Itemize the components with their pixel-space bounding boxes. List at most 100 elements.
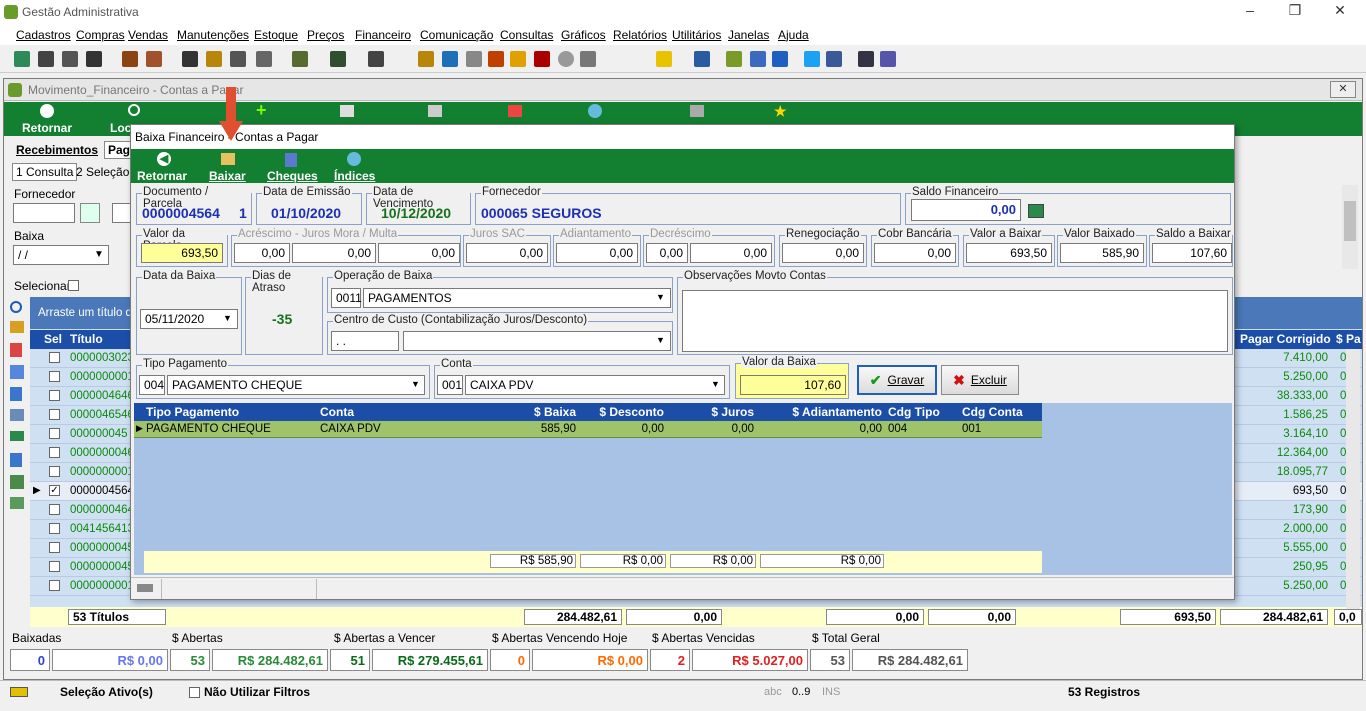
- tab-recebimentos[interactable]: Recebimentos: [16, 143, 98, 157]
- conta-code[interactable]: 001: [437, 375, 463, 395]
- operacao-code[interactable]: 0011: [331, 288, 362, 308]
- toolbar-icon-1[interactable]: [14, 51, 30, 67]
- facebook-icon[interactable]: [826, 51, 842, 67]
- valor-baixa-input[interactable]: 107,60: [740, 375, 846, 395]
- strip-key-icon[interactable]: [10, 497, 24, 509]
- row-checkbox[interactable]: [49, 504, 60, 515]
- centro-code[interactable]: . .: [331, 331, 399, 351]
- tools-icon[interactable]: [690, 105, 704, 117]
- adiantamento-value[interactable]: 0,00: [556, 243, 638, 263]
- close-button[interactable]: ✕: [1320, 2, 1360, 19]
- menu-precos[interactable]: Preços: [307, 28, 344, 42]
- dialog-retornar-button[interactable]: Retornar: [137, 169, 187, 183]
- strip-move-icon[interactable]: [10, 365, 24, 379]
- col-titulo-header[interactable]: Título: [70, 332, 103, 346]
- toolbar-icon-14[interactable]: [418, 51, 434, 67]
- strip-doc2-icon[interactable]: [10, 387, 22, 401]
- gravar-button[interactable]: ✔ Gravar: [857, 365, 937, 395]
- grid-scrollbar[interactable]: [1346, 349, 1360, 609]
- toolbar-icon-30[interactable]: [880, 51, 896, 67]
- child-close-button[interactable]: ✕: [1330, 81, 1356, 98]
- toolbar-icon-6[interactable]: [146, 51, 162, 67]
- row-checkbox[interactable]: [49, 447, 60, 458]
- row-checkbox[interactable]: [49, 428, 60, 439]
- toolbar-icon-19[interactable]: [534, 51, 550, 67]
- toolbar-icon-2[interactable]: [38, 51, 54, 67]
- chevron-down-icon[interactable]: ▼: [223, 313, 232, 323]
- row-checkbox[interactable]: [49, 371, 60, 382]
- toolbar-icon-24[interactable]: [726, 51, 742, 67]
- child-retornar-button[interactable]: Retornar: [22, 121, 72, 135]
- plus-icon[interactable]: +: [256, 100, 267, 121]
- centro-select[interactable]: [403, 331, 671, 351]
- toolbar-icon-4[interactable]: [86, 51, 102, 67]
- dcol-baixa[interactable]: $ Baixa: [490, 405, 576, 419]
- dcol-desconto[interactable]: $ Desconto: [578, 405, 664, 419]
- menu-cadastros[interactable]: Cadastros: [16, 28, 71, 42]
- decrescimo-value-2[interactable]: 0,00: [690, 243, 772, 263]
- operacao-select[interactable]: PAGAMENTOS: [363, 288, 671, 308]
- fornecedor-input[interactable]: [13, 203, 75, 223]
- strip-doc-icon[interactable]: [10, 343, 22, 357]
- valor-parcela-value[interactable]: 693,50: [141, 243, 223, 263]
- dialog-cheques-button[interactable]: Cheques: [267, 169, 318, 183]
- dcol-cdg-tipo[interactable]: Cdg Tipo: [888, 405, 940, 419]
- menu-relatorios[interactable]: Relatórios: [613, 28, 667, 42]
- printer-icon[interactable]: [428, 105, 442, 117]
- strip-search-icon[interactable]: [10, 301, 22, 313]
- renegociacao-value[interactable]: 0,00: [782, 243, 864, 263]
- calendar-icon[interactable]: [508, 105, 522, 117]
- toolbar-icon-18[interactable]: [510, 51, 526, 67]
- chevron-down-icon[interactable]: ▼: [711, 379, 720, 389]
- strip-calc-icon[interactable]: [10, 409, 24, 421]
- juros-sac-value[interactable]: 0,00: [466, 243, 548, 263]
- row-checkbox[interactable]: [49, 542, 60, 553]
- toolbar-icon-12[interactable]: [330, 51, 346, 67]
- twitter-icon[interactable]: [804, 51, 820, 67]
- toolbar-icon-9[interactable]: [230, 51, 246, 67]
- toolbar-icon-21[interactable]: [580, 51, 596, 67]
- toolbar-icon-8[interactable]: [206, 51, 222, 67]
- toolbar-icon-11[interactable]: [292, 51, 308, 67]
- dcol-adiantamento[interactable]: $ Adiantamento: [758, 405, 882, 419]
- strip-coins-icon[interactable]: [10, 321, 24, 333]
- decrescimo-value-1[interactable]: 0,00: [646, 243, 688, 263]
- menu-janelas[interactable]: Janelas: [728, 28, 769, 42]
- tipo-pag-code[interactable]: 004: [139, 375, 165, 395]
- menu-estoque[interactable]: Estoque: [254, 28, 298, 42]
- obs-textarea[interactable]: [682, 290, 1228, 352]
- dcol-tipo[interactable]: Tipo Pagamento: [146, 405, 239, 419]
- dialog-baixar-button[interactable]: Baixar: [209, 169, 246, 183]
- row-checkbox[interactable]: [49, 561, 60, 572]
- chevron-down-icon[interactable]: ▼: [411, 379, 420, 389]
- chevron-down-icon[interactable]: ▼: [94, 249, 104, 260]
- toolbar-icon-7[interactable]: [182, 51, 198, 67]
- col-pa-header[interactable]: $ Pa: [1336, 332, 1361, 346]
- child-localizar-button[interactable]: Loc: [110, 121, 131, 135]
- minimize-button[interactable]: –: [1230, 2, 1270, 18]
- col-pagar-corrigido-header[interactable]: Pagar Corrigido: [1240, 332, 1331, 346]
- menu-manutencoes[interactable]: Manutenções: [177, 28, 249, 42]
- toolbar-icon-25[interactable]: [750, 51, 766, 67]
- row-checkbox[interactable]: [49, 523, 60, 534]
- restore-button[interactable]: ❐: [1275, 2, 1315, 19]
- tab-consulta[interactable]: 1 Consulta: [12, 163, 78, 181]
- conta-select[interactable]: CAIXA PDV: [465, 375, 725, 395]
- status-nao-filtros[interactable]: Não Utilizar Filtros: [204, 685, 310, 699]
- toolbar-icon-20[interactable]: [558, 51, 574, 67]
- toolbar-icon-15[interactable]: [442, 51, 458, 67]
- menu-utilitarios[interactable]: Utilitários: [672, 28, 721, 42]
- toolbar-icon-16[interactable]: [466, 51, 482, 67]
- row-checkbox[interactable]: [49, 466, 60, 477]
- saldo-money-icon[interactable]: [1028, 204, 1044, 218]
- selecionar-checkbox[interactable]: [68, 280, 79, 291]
- row-checkbox[interactable]: [49, 580, 60, 591]
- strip-add-icon[interactable]: [10, 475, 24, 489]
- toolbar-icon-5[interactable]: [122, 51, 138, 67]
- menu-consultas[interactable]: Consultas: [500, 28, 553, 42]
- acrescimo-value-3[interactable]: 0,00: [378, 243, 460, 263]
- row-checkbox[interactable]: [49, 390, 60, 401]
- menu-financeiro[interactable]: Financeiro: [355, 28, 411, 42]
- toolbar-icon-3[interactable]: [62, 51, 78, 67]
- star-icon[interactable]: [656, 51, 672, 67]
